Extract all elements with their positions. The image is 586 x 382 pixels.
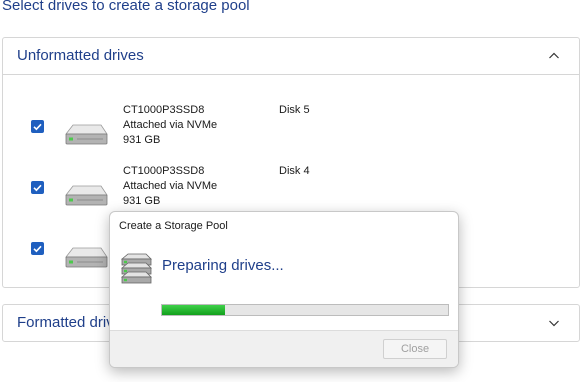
checkmark-icon (33, 184, 42, 192)
drive-checkbox[interactable] (31, 181, 44, 194)
drive-disk-number: Disk 4 (279, 165, 310, 177)
unformatted-drives-header[interactable]: Unformatted drives (3, 38, 579, 75)
drive-checkbox[interactable] (31, 120, 44, 133)
drive-info: CT1000P3SSD8 Attached via NVMe 931 GB (123, 103, 217, 148)
drive-row: CT1000P3SSD8 Attached via NVMe 931 GB Di… (3, 164, 579, 214)
unformatted-drives-title: Unformatted drives (17, 47, 144, 64)
drive-connection: Attached via NVMe (123, 119, 218, 131)
page-heading: Select drives to create a storage pool (2, 0, 250, 14)
create-storage-pool-dialog: Create a Storage Pool Preparing drives..… (109, 211, 459, 368)
dialog-title: Create a Storage Pool (119, 220, 228, 232)
dialog-message: Preparing drives... (162, 257, 284, 274)
drive-size: 931 GB (123, 134, 161, 146)
storage-pool-icon (118, 250, 154, 286)
drive-model: CT1000P3SSD8 (123, 104, 205, 116)
drive-connection: Attached via NVMe (123, 180, 218, 192)
drive-info: CT1000P3SSD8 Attached via NVMe 931 GB (123, 164, 217, 209)
progress-bar (161, 304, 449, 316)
progress-bar-fill (162, 305, 225, 315)
checkmark-icon (33, 245, 42, 253)
chevron-down-icon[interactable] (547, 316, 561, 330)
hard-drive-icon (63, 245, 109, 269)
hard-drive-icon (63, 183, 109, 207)
close-button[interactable]: Close (383, 339, 447, 359)
drive-model: CT1000P3SSD8 (123, 165, 205, 177)
drive-row: CT1000P3SSD8 Attached via NVMe 931 GB Di… (3, 103, 579, 153)
drive-checkbox[interactable] (31, 242, 44, 255)
drive-size: 931 GB (123, 195, 161, 207)
hard-drive-icon (63, 122, 109, 146)
chevron-up-icon[interactable] (547, 49, 561, 63)
drive-disk-number: Disk 5 (279, 104, 310, 116)
checkmark-icon (33, 123, 42, 131)
dialog-titlebar[interactable]: Create a Storage Pool (110, 212, 458, 240)
dialog-footer: Close (110, 330, 458, 367)
